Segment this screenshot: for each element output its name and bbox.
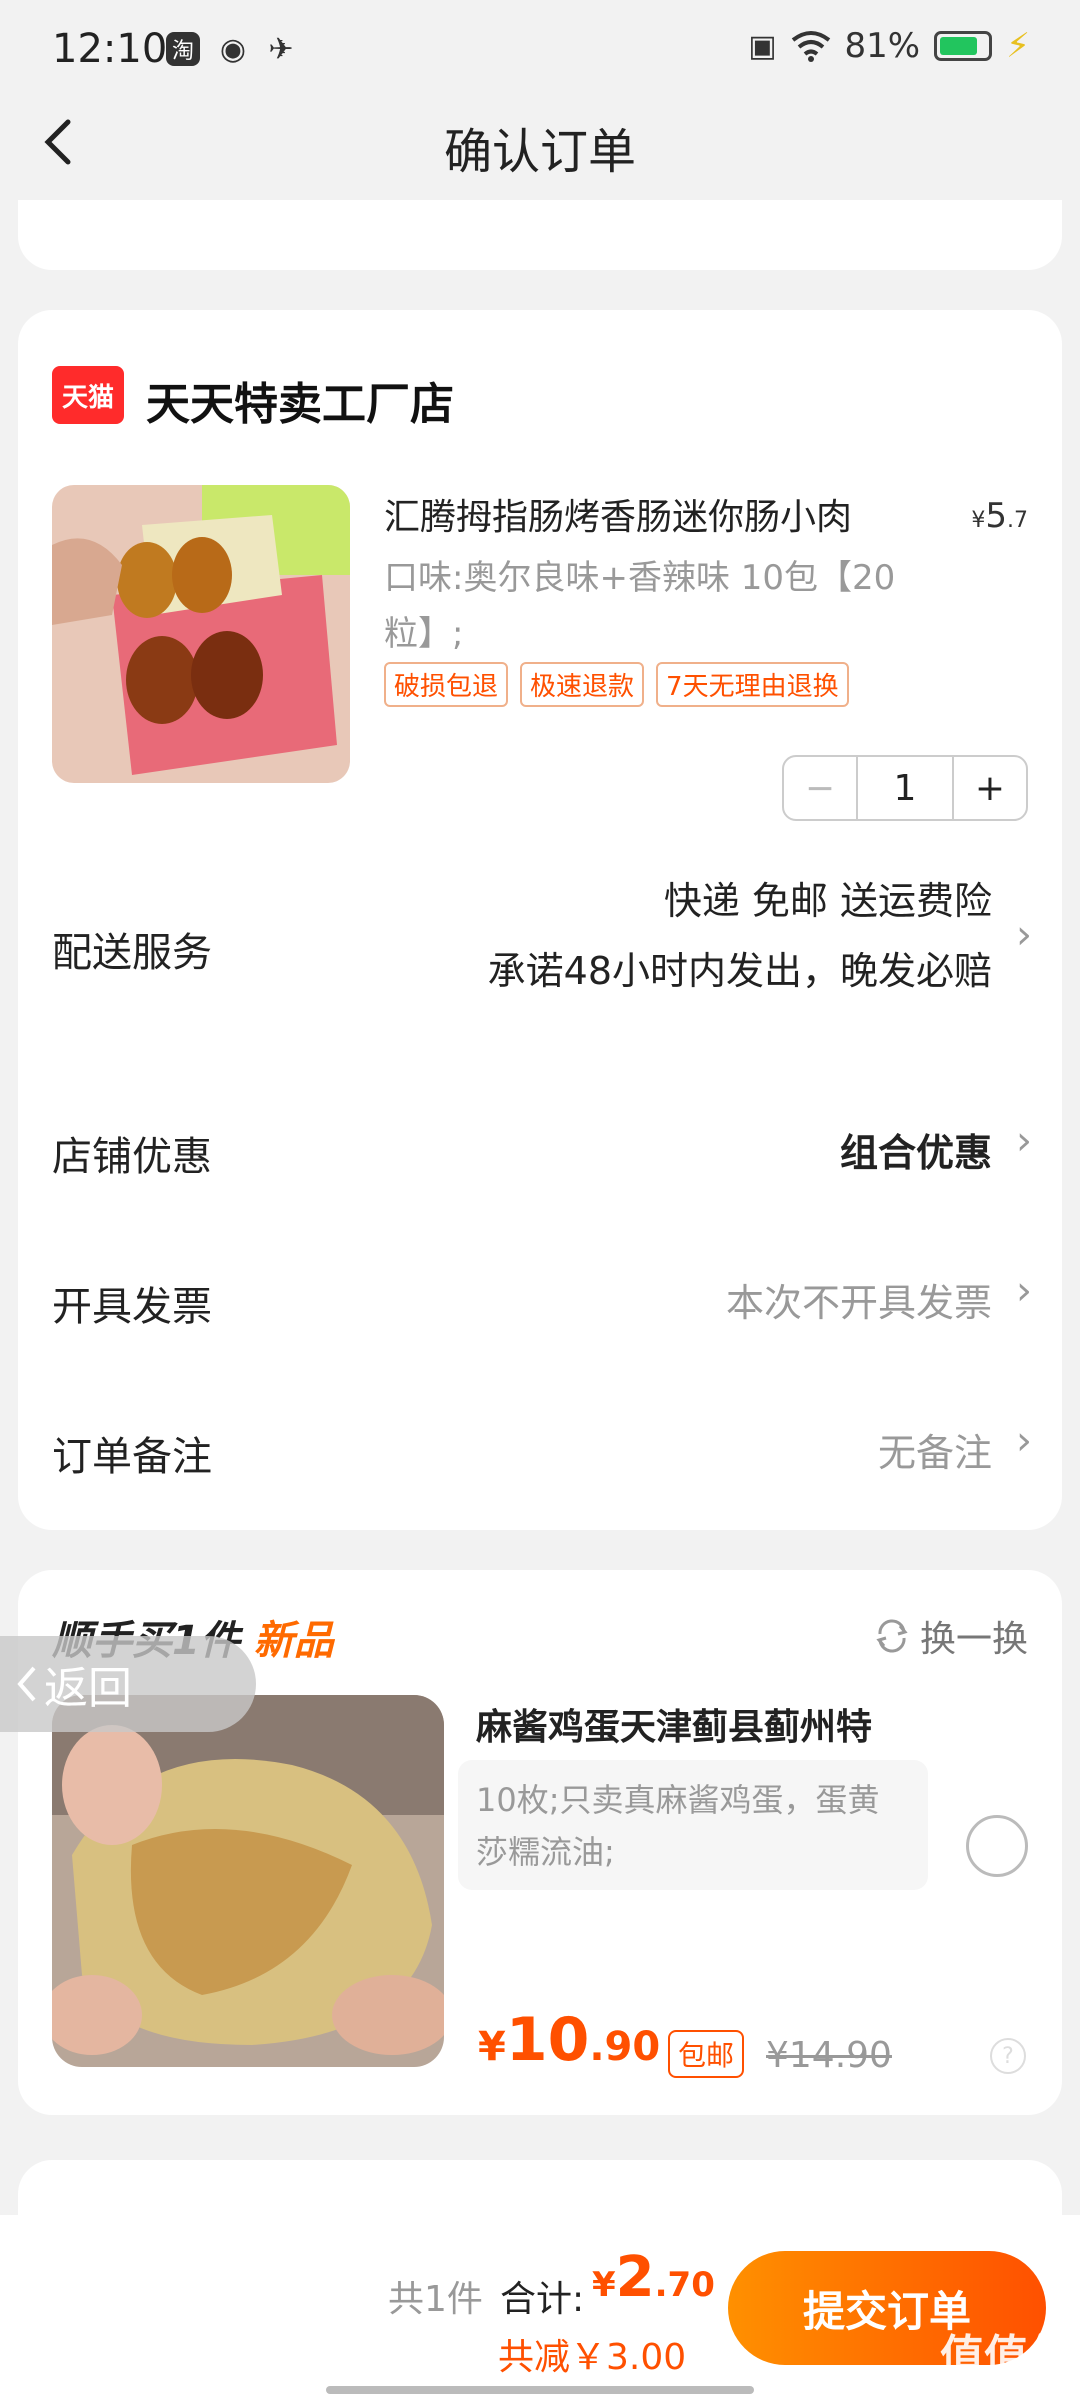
price-symbol: ¥ [971, 508, 986, 533]
chevron-right-icon: › [1016, 1418, 1032, 1464]
order-note-row[interactable]: 订单备注 无备注 › [18, 1410, 1062, 1490]
chevron-right-icon: › [1016, 1268, 1032, 1314]
recommend-select-radio[interactable] [966, 1815, 1028, 1877]
tag-damage-return: 破损包退 [384, 662, 509, 707]
minus-icon[interactable]: − [784, 757, 858, 819]
chevron-right-icon: › [1016, 912, 1032, 958]
product-title[interactable]: 汇腾拇指肠烤香肠迷你肠小肉 [384, 488, 904, 540]
status-bar: 12:10 淘 ◉ ✈ ▣ 81% ⚡ [0, 0, 1080, 100]
watermark-url: zhizhizhi.com [961, 2374, 1070, 2393]
floating-back-button[interactable]: 返回 [0, 1636, 256, 1732]
refresh-icon [876, 1619, 908, 1653]
order-card: 天猫 天天特卖工厂店 汇腾拇指肠烤香肠迷你肠小肉 ¥5.7 口味:奥尔良味+香辣… [18, 310, 1062, 1530]
invoice-value: 本次不开具发票 [725, 1281, 992, 1325]
home-indicator[interactable] [326, 2386, 754, 2394]
total-symbol: ¥ [592, 2265, 616, 2305]
invoice-label: 开具发票 [52, 1284, 212, 1330]
tmall-logo: 天猫 [52, 366, 124, 424]
new-badge: 新品 [253, 1618, 334, 1664]
battery-level [940, 37, 978, 55]
battery-percent: 81% [844, 26, 921, 66]
total-value: ¥2.70 [592, 2245, 715, 2310]
swap-label: 换一换 [919, 1619, 1028, 1660]
product-spec[interactable]: 口味:奥尔良味+香辣味 10包【20粒】; [384, 550, 944, 662]
shop-name[interactable]: 天天特卖工厂店 [146, 368, 454, 432]
shop-discount-value: 组合优惠 [839, 1131, 992, 1175]
floating-back-label: 返回 [44, 1663, 132, 1714]
price-int: 5 [985, 496, 1007, 536]
help-icon[interactable]: ? [990, 2038, 1026, 2074]
bird-icon: ✈ [268, 31, 294, 67]
taobao-icon: 淘 [166, 32, 200, 66]
total-discount: 共减￥3.00 [498, 2337, 687, 2378]
product-image[interactable] [52, 485, 350, 783]
product-price: ¥5.7 [971, 496, 1028, 536]
chevron-left-icon [17, 1666, 36, 1702]
status-indicators: ▣ 81% ⚡ [748, 26, 1030, 66]
price-dec: .7 [1007, 508, 1028, 533]
swap-button[interactable]: 换一换 [872, 1610, 1028, 1662]
recommend-image[interactable] [52, 1695, 444, 2067]
previous-card [18, 200, 1062, 270]
total-int: 2 [615, 2245, 655, 2310]
invoice-row[interactable]: 开具发票 本次不开具发票 › [18, 1260, 1062, 1340]
shop-discount-label: 店铺优惠 [52, 1134, 212, 1180]
quantity-value[interactable]: 1 [858, 757, 952, 819]
total-dec: .70 [654, 2265, 715, 2305]
price-int: 10 [505, 2005, 590, 2075]
original-price: ¥14.90 [766, 2035, 892, 2076]
plus-icon[interactable]: + [952, 757, 1026, 819]
tag-fast-refund: 极速退款 [520, 662, 645, 707]
battery-icon [934, 31, 993, 61]
delivery-line2: 承诺48小时内发出，晚发必赔 [487, 949, 992, 993]
chevron-right-icon: › [1016, 1118, 1032, 1164]
wechat-icon: ◉ [219, 31, 247, 67]
delivery-line1: 快递 免邮 送运费险 [663, 879, 992, 923]
order-note-value: 无备注 [877, 1431, 992, 1475]
recommend-title[interactable]: 麻酱鸡蛋天津蓟县蓟州特 [476, 1698, 872, 1750]
page-title: 确认订单 [443, 124, 636, 180]
shop-discount-row[interactable]: 店铺优惠 组合优惠 › [18, 1110, 1062, 1190]
recommend-desc: 10枚;只卖真麻酱鸡蛋，蛋黄莎糯流油; [458, 1760, 928, 1890]
status-time: 12:10 [52, 26, 168, 72]
tag-7day-return: 7天无理由退换 [656, 662, 849, 707]
total-label: 合计: [500, 2279, 585, 2320]
wifi-icon [791, 31, 830, 62]
item-count: 共1件 [388, 2279, 483, 2320]
sim-icon: ▣ [748, 28, 777, 64]
order-note-label: 订单备注 [52, 1434, 212, 1480]
charging-icon: ⚡ [1006, 26, 1030, 66]
quantity-stepper: − 1 + [782, 755, 1028, 821]
delivery-row[interactable]: 配送服务 快递 免邮 送运费险 承诺48小时内发出，晚发必赔 › [18, 870, 1062, 1020]
delivery-label: 配送服务 [52, 930, 212, 976]
bottom-bar: 共1件 合计: ¥2.70 共减￥3.00 提交订单 [0, 2215, 1080, 2400]
free-shipping-badge: 包邮 [668, 2030, 745, 2078]
recommend-price: ¥10.90 [478, 2005, 660, 2075]
price-symbol: ¥ [478, 2024, 506, 2070]
service-tags: 破损包退 极速退款 7天无理由退换 [384, 662, 849, 707]
price-dec: .90 [589, 2024, 661, 2070]
